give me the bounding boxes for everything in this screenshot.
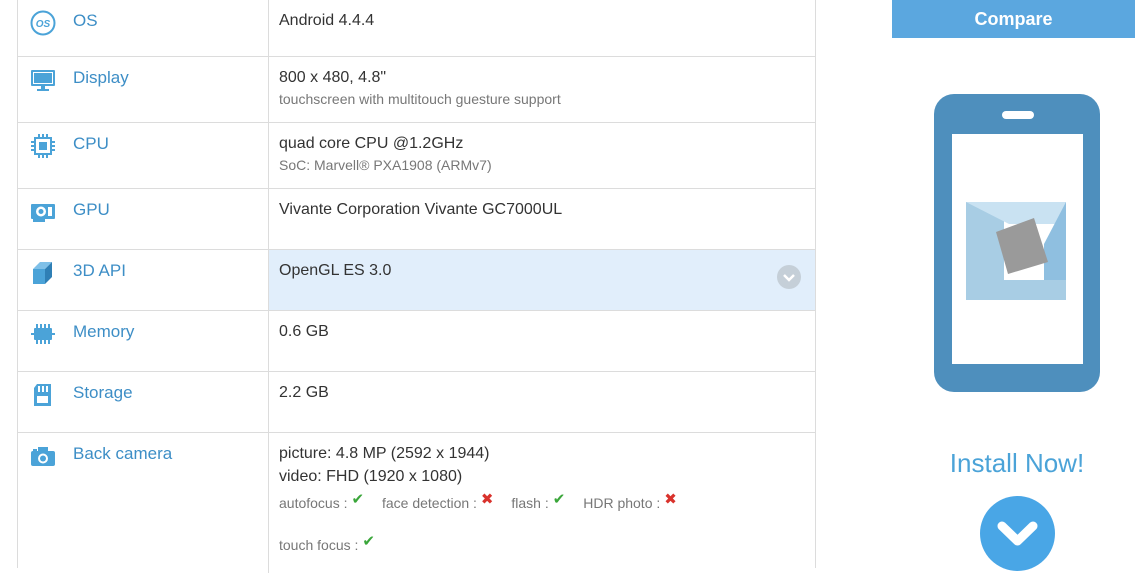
install-now-text: Install Now! — [949, 448, 1085, 478]
gpu-card-icon — [31, 204, 55, 222]
memory-value: 0.6 GB — [279, 323, 329, 340]
camera-features-line: autofocus : ✔ face detection : ✖ flash : ✔ … — [279, 491, 815, 512]
feature-face-detection: face detection : ✖ — [381, 491, 494, 512]
app-logo-icon — [966, 202, 1066, 300]
spec-row-display: Display 800 x 480, 4.8" touchscreen with… — [18, 57, 815, 123]
camera-features-line-2: touch focus : ✔ — [279, 533, 815, 554]
camera-picture-value: picture: 4.8 MP (2592 x 1944) — [279, 445, 490, 462]
gpu-value: Vivante Corporation Vivante GC7000UL — [279, 201, 563, 218]
cpu-chip-icon — [31, 134, 55, 158]
check-icon: ✔ — [351, 491, 365, 508]
cpu-subvalue: SoC: Marvell® PXA1908 (ARMv7) — [279, 157, 492, 173]
cube-icon — [33, 262, 52, 284]
expand-row-button[interactable] — [777, 265, 801, 289]
chevron-down-icon — [783, 274, 795, 282]
cpu-value: quad core CPU @1.2GHz — [279, 135, 464, 152]
spec-label-3d-api: 3D API — [73, 261, 126, 280]
spec-label-os: OS — [73, 11, 98, 30]
display-subvalue: touchscreen with multitouch guesture sup… — [279, 91, 561, 107]
spec-table: OS OS Android 4.4.4 Display 800 x 480, 4… — [17, 0, 816, 573]
feature-label: HDR photo : — [583, 495, 661, 511]
cross-icon: ✖ — [480, 491, 494, 508]
spec-row-os: OS OS Android 4.4.4 — [18, 0, 815, 57]
feature-flash: flash : ✔ — [511, 491, 566, 512]
camera-icon — [31, 447, 55, 466]
spec-label-cell: Display — [18, 57, 269, 122]
3d-api-value: OpenGL ES 3.0 — [279, 262, 392, 279]
spec-label-cpu: CPU — [73, 134, 109, 153]
feature-autofocus: autofocus : ✔ — [279, 491, 365, 512]
feature-hdr-photo: HDR photo : ✖ — [583, 491, 677, 512]
memory-chip-icon — [31, 324, 55, 344]
spec-value-cell: Android 4.4.4 — [269, 0, 815, 56]
spec-value-cell: 800 x 480, 4.8" touchscreen with multito… — [269, 57, 815, 122]
spec-value-cell: 0.6 GB — [269, 311, 815, 371]
os-value: Android 4.4.4 — [279, 12, 375, 29]
spec-label-cell: 3D API — [18, 250, 269, 310]
os-icon: OS — [30, 10, 56, 36]
spec-label-cell: Memory — [18, 311, 269, 371]
install-download-button[interactable] — [980, 496, 1055, 571]
spec-label-cell: CPU — [18, 123, 269, 188]
feature-label: face detection : — [381, 495, 477, 511]
spec-row-gpu: GPU Vivante Corporation Vivante GC7000UL — [18, 189, 815, 250]
check-icon: ✔ — [362, 533, 375, 550]
svg-text:OS: OS — [36, 19, 51, 30]
spec-label-gpu: GPU — [73, 200, 110, 219]
cross-icon: ✖ — [664, 491, 677, 508]
check-icon: ✔ — [552, 491, 566, 508]
spec-row-cpu: CPU quad core CPU @1.2GHz SoC: Marvell® … — [18, 123, 815, 189]
spec-label-cell: OS OS — [18, 0, 269, 56]
spec-row-back-camera: Back camera picture: 4.8 MP (2592 x 1944… — [18, 433, 815, 573]
compare-button[interactable]: Compare — [892, 0, 1135, 38]
feature-label: autofocus : — [279, 495, 348, 511]
spec-label-memory: Memory — [73, 322, 135, 341]
spec-row-storage: Storage 2.2 GB — [18, 372, 815, 433]
chevron-down-icon — [997, 521, 1038, 546]
spec-label-storage: Storage — [73, 383, 133, 402]
spec-label-cell: GPU — [18, 189, 269, 249]
spec-label-display: Display — [73, 68, 129, 87]
spec-label-cell: Back camera — [18, 433, 269, 573]
feature-label: flash : — [511, 495, 549, 511]
camera-video-value: video: FHD (1920 x 1080) — [279, 468, 463, 485]
monitor-icon — [31, 70, 55, 91]
spec-row-3d-api[interactable]: 3D API OpenGL ES 3.0 — [18, 250, 815, 311]
spec-label-back-camera: Back camera — [73, 444, 173, 463]
storage-value: 2.2 GB — [279, 384, 329, 401]
spec-value-cell: 2.2 GB — [269, 372, 815, 432]
spec-label-cell: Storage — [18, 372, 269, 432]
sd-card-icon — [34, 384, 51, 406]
spec-value-cell: picture: 4.8 MP (2592 x 1944) video: FHD… — [269, 433, 815, 573]
spec-value-cell: quad core CPU @1.2GHz SoC: Marvell® PXA1… — [269, 123, 815, 188]
spec-row-memory: Memory 0.6 GB — [18, 311, 815, 372]
feature-touch-focus: touch focus : ✔ — [279, 533, 375, 554]
spec-value-cell: OpenGL ES 3.0 — [269, 250, 815, 310]
display-value: 800 x 480, 4.8" — [279, 69, 387, 86]
spec-value-cell: Vivante Corporation Vivante GC7000UL — [269, 189, 815, 249]
feature-label: touch focus : — [279, 537, 359, 553]
phone-illustration — [934, 94, 1100, 392]
